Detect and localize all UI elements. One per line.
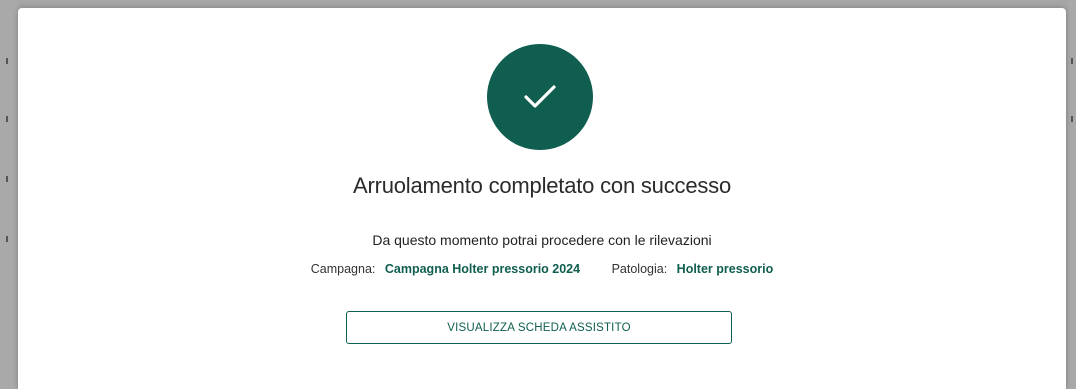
success-modal: Arruolamento completato con successo Da … [18, 8, 1066, 389]
checkmark-icon [524, 85, 556, 108]
backdrop-mark [6, 176, 8, 182]
success-badge [487, 44, 593, 150]
pathology-value: Holter pressorio [676, 262, 774, 276]
campaign-value: Campagna Holter pressorio 2024 [384, 262, 581, 276]
view-patient-record-button[interactable]: VISUALIZZA SCHEDA ASSISTITO [346, 311, 732, 344]
campaign-label: Campagna: [310, 262, 376, 276]
backdrop-mark [1071, 58, 1073, 64]
backdrop-mark [6, 116, 8, 122]
backdrop-mark [6, 236, 8, 242]
backdrop-mark [6, 58, 8, 64]
backdrop-mark [1071, 116, 1073, 122]
backdrop-left [0, 0, 18, 389]
modal-message: Da questo momento potrai procedere con l… [372, 232, 712, 248]
pathology-info: Patologia: Holter pressorio [612, 262, 774, 276]
pathology-label: Patologia: [611, 262, 668, 276]
enrollment-info: Campagna: Campagna Holter pressorio 2024… [18, 262, 1066, 276]
modal-title: Arruolamento completato con successo [353, 173, 731, 198]
campaign-info: Campagna: Campagna Holter pressorio 2024 [311, 262, 584, 276]
backdrop-right [1068, 0, 1076, 389]
